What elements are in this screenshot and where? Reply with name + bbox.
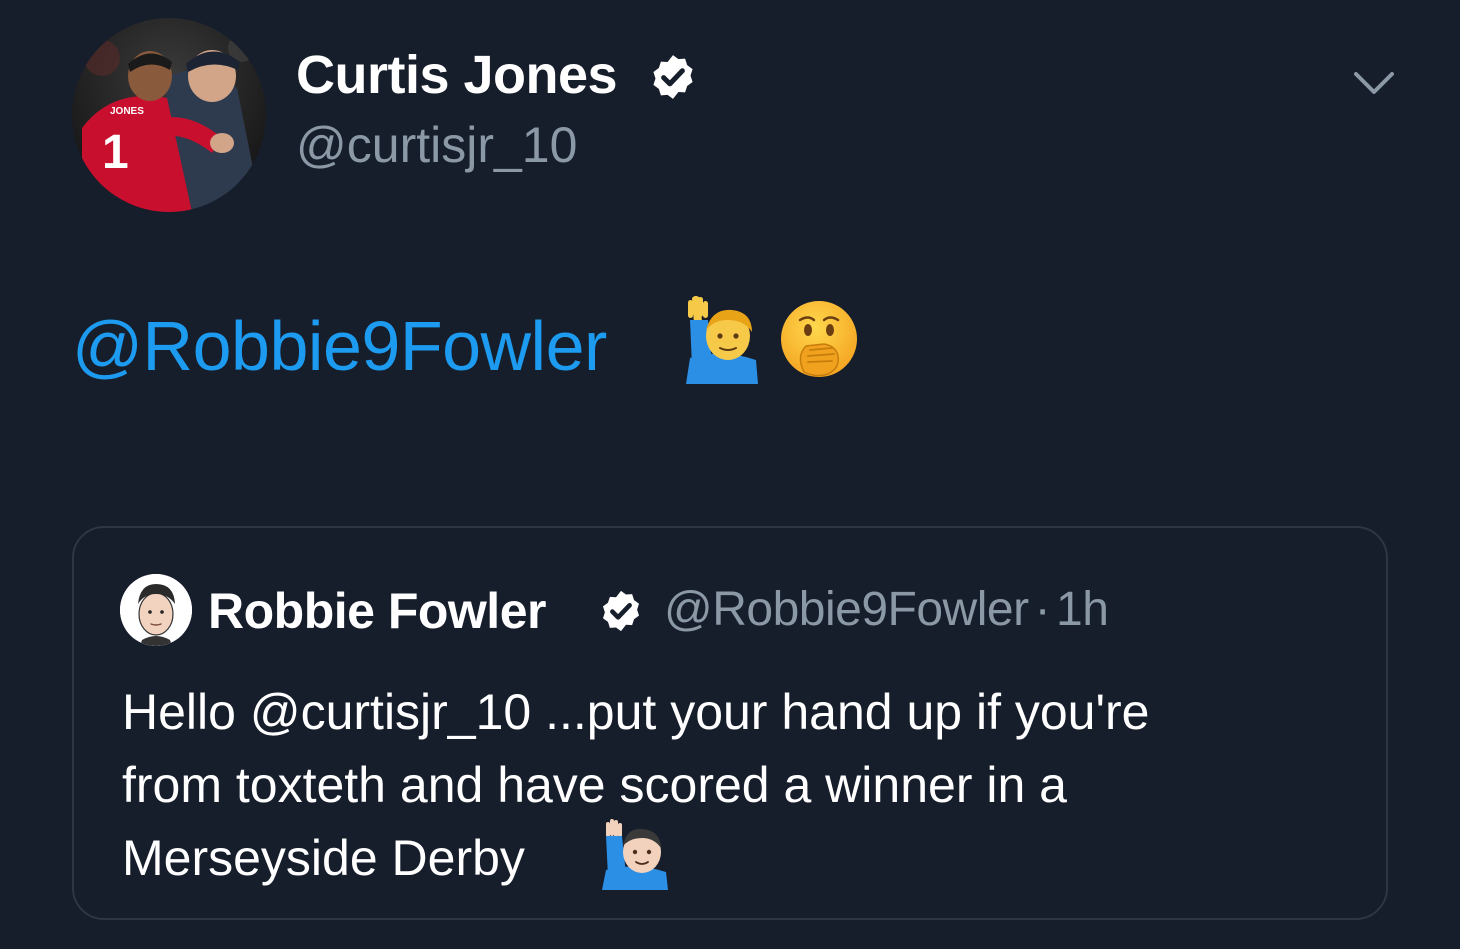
- quoted-body-line: Merseyside Derby: [122, 830, 525, 886]
- quoted-body-line: Hello @curtisjr_10 ...put your hand up i…: [122, 684, 1150, 740]
- svg-text:1: 1: [102, 126, 129, 179]
- tweet-mention-link[interactable]: @Robbie9Fowler: [72, 306, 607, 386]
- face-with-hand-over-mouth-icon: [781, 301, 857, 377]
- chevron-down-icon[interactable]: [1350, 64, 1398, 100]
- quoted-author-display-name[interactable]: Robbie Fowler: [208, 582, 546, 640]
- quoted-tweet-body: Hello @curtisjr_10 ...put your hand up i…: [122, 676, 1352, 895]
- verified-badge-icon: [602, 590, 640, 632]
- quoted-author-meta: @Robbie9Fowler · 1h: [664, 582, 1109, 637]
- man-raising-hand-icon: [686, 296, 758, 384]
- author-display-name[interactable]: Curtis Jones: [296, 44, 618, 106]
- quoted-body-line: from toxteth and have scored a winner in…: [122, 757, 1067, 813]
- author-handle[interactable]: @curtisjr_10: [296, 116, 577, 174]
- verified-badge-icon: [653, 55, 693, 99]
- meta-separator: ·: [1034, 583, 1051, 636]
- quoted-author-handle[interactable]: @Robbie9Fowler: [664, 583, 1029, 636]
- svg-text:JONES: JONES: [110, 106, 144, 117]
- quoted-author-avatar[interactable]: [120, 574, 192, 646]
- man-raising-hand-icon: [602, 819, 668, 890]
- tweet-screen: JONES 1 Curtis Jones @curtisjr_10 @Robbi…: [0, 0, 1460, 949]
- quoted-tweet-time[interactable]: 1h: [1056, 583, 1109, 636]
- author-avatar[interactable]: JONES 1: [72, 18, 266, 212]
